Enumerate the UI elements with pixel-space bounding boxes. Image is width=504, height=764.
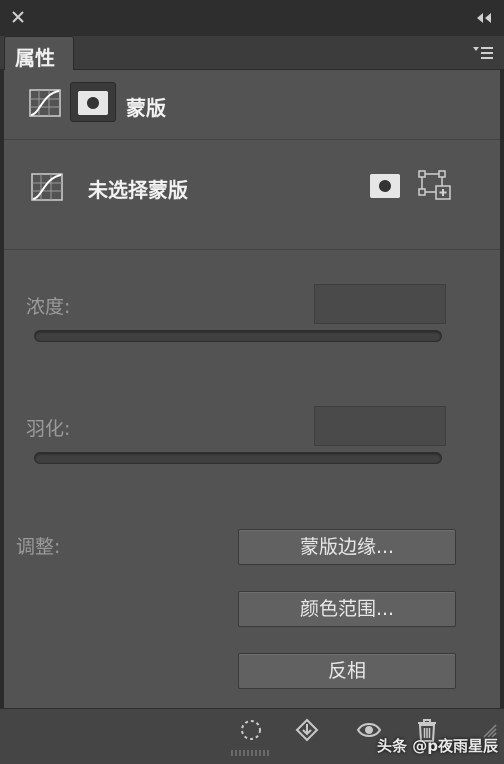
tab-properties[interactable]: 属性 — [4, 36, 74, 70]
density-input[interactable] — [314, 284, 446, 324]
load-selection-icon[interactable] — [238, 717, 264, 743]
panel-menu-icon[interactable] — [472, 46, 494, 60]
properties-panel: 蒙版 未选择蒙版 浓度: 羽化: 调整: 蒙版边缘... 颜色范围... 反相 — [4, 70, 500, 708]
tab-properties-label: 属性 — [15, 46, 55, 70]
density-slider[interactable] — [34, 330, 442, 342]
mode-row: 蒙版 — [4, 70, 500, 140]
mask-edge-button[interactable]: 蒙版边缘... — [238, 529, 456, 565]
tab-bar: 属性 — [0, 36, 504, 70]
curves-icon[interactable] — [28, 86, 62, 120]
vector-mask-add-icon[interactable] — [418, 170, 452, 200]
invert-button[interactable]: 反相 — [238, 653, 456, 689]
pixel-mask-icon[interactable] — [370, 174, 400, 198]
resize-grip-icon[interactable] — [230, 749, 272, 757]
watermark-text: 头条 @p夜雨星辰 — [377, 737, 498, 755]
curves-icon — [31, 173, 63, 201]
color-range-button[interactable]: 颜色范围... — [238, 591, 456, 627]
mode-label: 蒙版 — [126, 96, 166, 120]
apply-mask-icon[interactable] — [294, 717, 320, 743]
refine-label: 调整: — [16, 536, 61, 558]
feather-input[interactable] — [314, 406, 446, 446]
feather-label: 羽化: — [26, 418, 71, 440]
pixel-mask-button[interactable] — [70, 82, 116, 122]
density-label: 浓度: — [26, 296, 71, 318]
bottom-toolbar: 头条 @p夜雨星辰 — [0, 708, 504, 764]
pixel-mask-icon — [78, 91, 108, 115]
close-icon[interactable] — [10, 9, 26, 25]
mask-status-label: 未选择蒙版 — [88, 178, 188, 202]
collapse-icon[interactable] — [474, 11, 494, 25]
feather-slider[interactable] — [34, 452, 442, 464]
panel-titlebar — [0, 0, 504, 36]
